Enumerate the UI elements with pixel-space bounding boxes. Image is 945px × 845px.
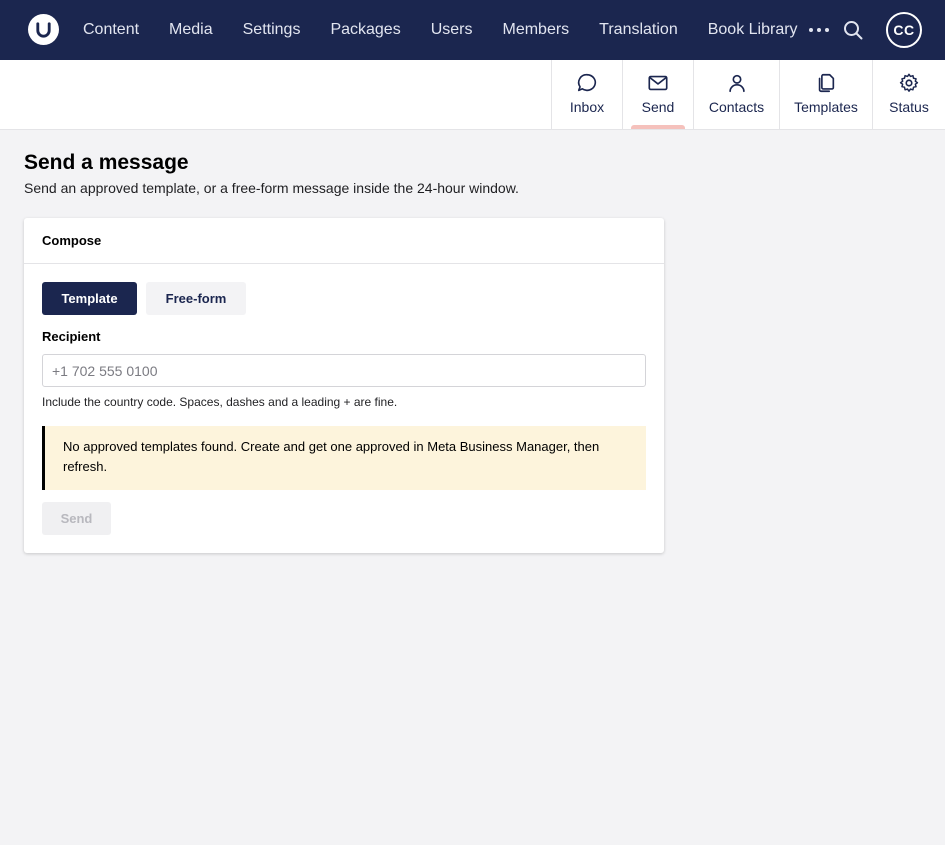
tab-send-label: Send: [641, 99, 675, 115]
compose-card: Compose Template Free-form Recipient Inc…: [24, 218, 664, 553]
top-navigation: Content Media Settings Packages Users Me…: [0, 0, 945, 60]
envelope-icon: [648, 75, 668, 91]
tab-contacts-label: Contacts: [708, 99, 765, 115]
nav-content[interactable]: Content: [83, 21, 139, 39]
person-icon: [728, 74, 745, 93]
page-subtitle: Send an approved template, or a free-for…: [24, 180, 519, 196]
freeform-mode-button[interactable]: Free-form: [146, 282, 246, 315]
page-title: Send a message: [24, 151, 189, 174]
umbraco-logo-icon[interactable]: [28, 14, 59, 45]
tab-contacts[interactable]: Contacts: [693, 60, 779, 129]
user-avatar[interactable]: CC: [886, 12, 922, 48]
documents-icon: [818, 73, 835, 93]
section-toolbar: Inbox Send Contacts Templates Status: [0, 60, 945, 130]
nav-translation[interactable]: Translation: [599, 21, 678, 39]
nav-settings[interactable]: Settings: [243, 21, 301, 39]
tab-send[interactable]: Send: [622, 60, 693, 129]
chat-bubble-icon: [577, 73, 597, 92]
compose-header: Compose: [24, 218, 664, 264]
tab-status-label: Status: [889, 99, 929, 115]
send-button[interactable]: Send: [42, 502, 111, 535]
nav-packages[interactable]: Packages: [330, 21, 400, 39]
gear-icon: [899, 73, 919, 92]
template-mode-button[interactable]: Template: [42, 282, 137, 315]
ellipsis-icon[interactable]: [809, 21, 829, 39]
nav-media[interactable]: Media: [169, 21, 213, 39]
search-icon[interactable]: [842, 19, 864, 41]
recipient-input[interactable]: [42, 354, 646, 387]
recipient-label: Recipient: [42, 329, 101, 344]
tab-templates[interactable]: Templates: [779, 60, 872, 129]
main-nav: Content Media Settings Packages Users Me…: [83, 0, 828, 60]
nav-members[interactable]: Members: [502, 21, 569, 39]
tab-status[interactable]: Status: [872, 60, 945, 129]
recipient-help-text: Include the country code. Spaces, dashes…: [42, 395, 398, 409]
tab-inbox[interactable]: Inbox: [551, 60, 622, 129]
tab-inbox-label: Inbox: [569, 99, 605, 115]
no-templates-warning: No approved templates found. Create and …: [42, 426, 646, 490]
nav-users[interactable]: Users: [431, 21, 473, 39]
section-tabs: Inbox Send Contacts Templates Status: [551, 60, 945, 129]
tab-templates-label: Templates: [794, 99, 858, 115]
nav-book-library[interactable]: Book Library: [708, 21, 798, 39]
